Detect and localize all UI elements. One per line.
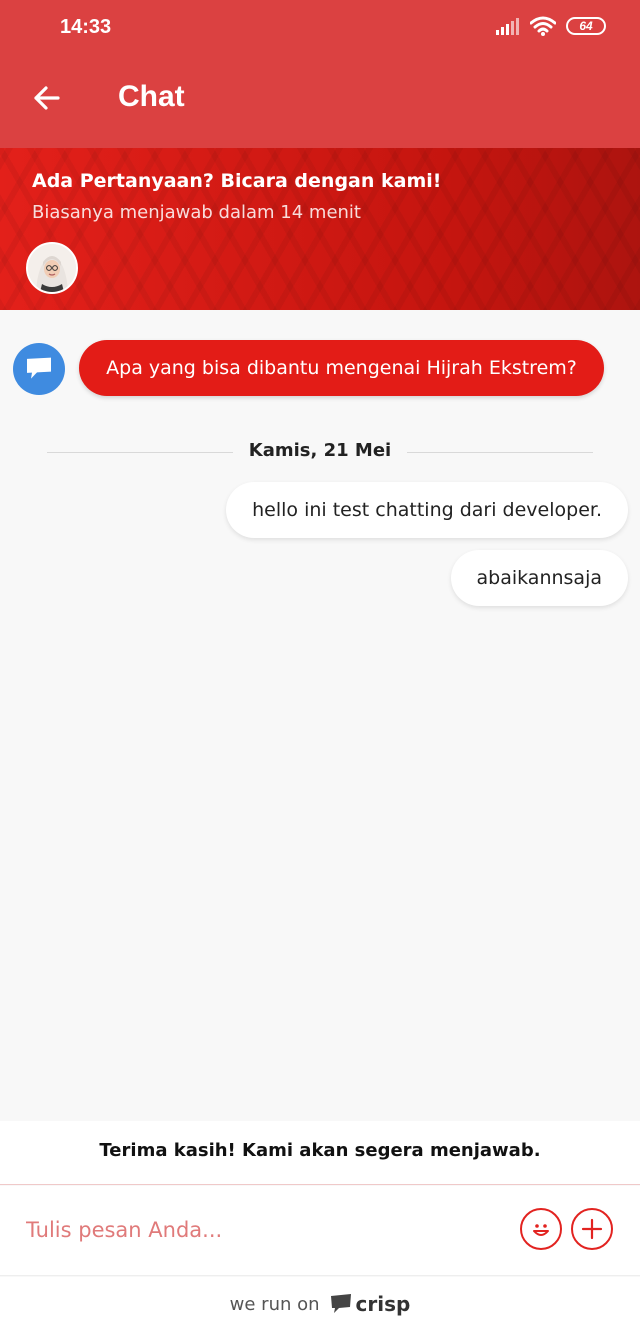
smiley-icon — [533, 1224, 549, 1236]
date-label-text: Kamis, 21 Mei — [232, 440, 408, 461]
bot-avatar — [13, 343, 65, 395]
bot-message-bubble: Apa yang bisa dibantu mengenai Hijrah Ek… — [79, 340, 604, 396]
attach-button[interactable] — [571, 1208, 613, 1250]
crisp-logo: crisp — [330, 1292, 411, 1316]
date-separator: Kamis, 21 Mei — [47, 440, 593, 464]
status-icons: 64 — [496, 16, 606, 36]
date-label: Kamis, 21 Mei — [47, 440, 593, 461]
signal-icon — [496, 18, 519, 35]
status-bar: 14:33 64 — [0, 0, 640, 56]
user-message-bubble: abaikannsaja — [450, 550, 628, 606]
powered-by-footer[interactable]: we run on crisp — [0, 1277, 640, 1331]
battery-icon: 64 — [566, 17, 606, 35]
wifi-icon — [530, 16, 556, 36]
operator-avatar-image — [28, 244, 76, 292]
page-title: Chat — [118, 80, 185, 113]
banner-title: Ada Pertanyaan? Bicara dengan kami! — [32, 170, 442, 192]
crisp-logo-icon — [330, 1294, 351, 1313]
app-bar: 14:33 64 Chat — [0, 0, 640, 148]
operator-avatar — [26, 242, 78, 294]
status-time: 14:33 — [60, 16, 112, 38]
banner-subtitle: Biasanya menjawab dalam 14 menit — [32, 202, 361, 223]
message-input[interactable] — [26, 1210, 496, 1250]
emoji-button[interactable] — [520, 1208, 562, 1250]
reply-notice: Terima kasih! Kami akan segera menjawab. — [0, 1121, 640, 1185]
message-composer — [0, 1186, 640, 1276]
plus-icon — [581, 1218, 603, 1240]
arrow-left-icon — [34, 86, 60, 110]
user-message-bubble: hello ini test chatting dari developer. — [226, 482, 628, 538]
back-button[interactable] — [28, 80, 64, 116]
crisp-brand-text: crisp — [355, 1292, 411, 1316]
chat-header-banner: Ada Pertanyaan? Bicara dengan kami! Bias… — [0, 148, 640, 310]
footer-prefix: we run on — [229, 1293, 320, 1315]
chat-bubble-icon — [27, 357, 51, 379]
